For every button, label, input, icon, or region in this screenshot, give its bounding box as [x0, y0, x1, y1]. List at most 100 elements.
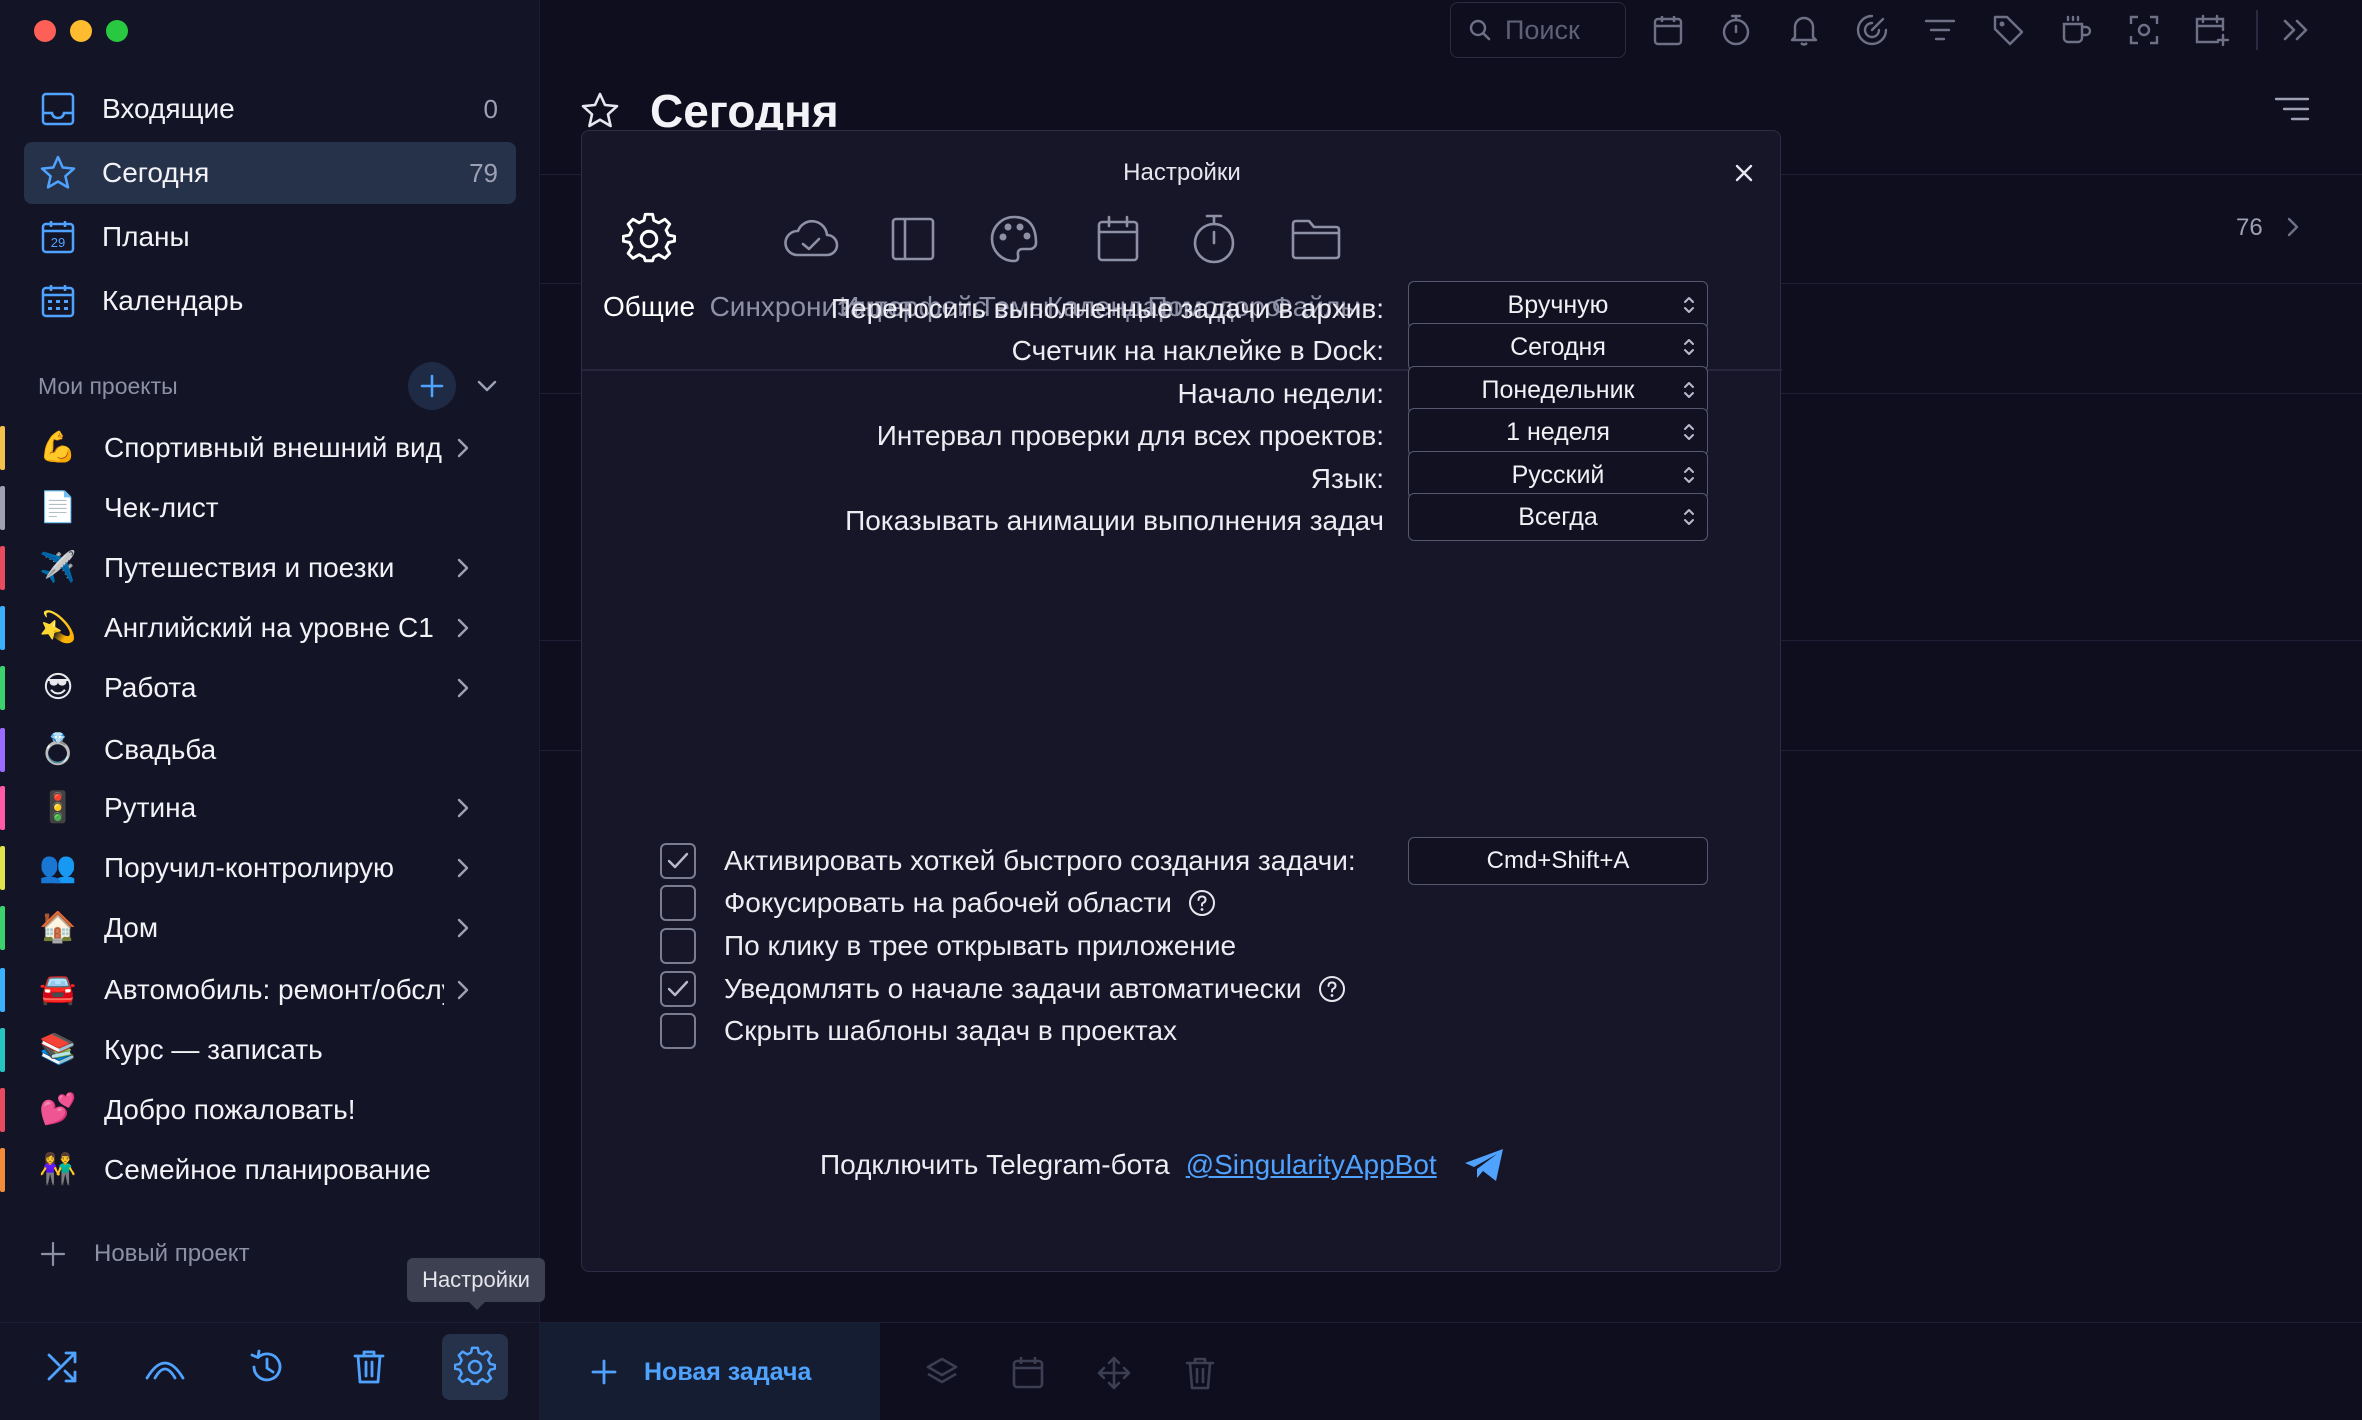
- schedule-button[interactable]: [1010, 1355, 1046, 1391]
- nav-calendar[interactable]: Календарь: [24, 270, 516, 332]
- calendar-toolbar-button[interactable]: [1650, 12, 1686, 48]
- telegram-icon[interactable]: [1463, 1147, 1505, 1183]
- setting-select[interactable]: Сегодня: [1408, 323, 1708, 371]
- telegram-label: Подключить Telegram-бота: [820, 1149, 1170, 1180]
- project-label: Путешествия и поезки: [104, 552, 395, 583]
- layers-button[interactable]: [924, 1355, 960, 1391]
- checkbox[interactable]: [660, 843, 696, 879]
- project-item[interactable]: 📚 Курс — записать: [0, 1022, 500, 1078]
- add-calendar-button[interactable]: [2194, 12, 2230, 48]
- filter-icon: [1924, 19, 1956, 41]
- help-icon[interactable]: [1188, 889, 1216, 917]
- break-button[interactable]: [2058, 12, 2094, 48]
- chevron-right-icon[interactable]: [456, 557, 476, 579]
- close-settings-button[interactable]: [1730, 159, 1758, 187]
- new-project-button[interactable]: Новый проект: [40, 1240, 250, 1268]
- gear-icon: [454, 1346, 496, 1386]
- setting-label: Язык:: [1310, 463, 1384, 494]
- close-window-button[interactable]: [34, 20, 56, 42]
- settings-button[interactable]: [442, 1334, 508, 1400]
- hotkey-field[interactable]: Cmd+Shift+A: [1408, 837, 1708, 885]
- chevron-right-icon[interactable]: [456, 857, 476, 879]
- expand-panel-button[interactable]: [2278, 12, 2314, 48]
- history-button[interactable]: [234, 1334, 300, 1400]
- habits-button[interactable]: [132, 1334, 198, 1400]
- filter-button[interactable]: [1922, 12, 1958, 48]
- trash-icon: [1185, 1357, 1215, 1390]
- tab-general[interactable]: Общие: [603, 209, 695, 323]
- double-chevron-right-icon: [2283, 19, 2308, 41]
- setting-select[interactable]: Понедельник: [1408, 366, 1708, 414]
- setting-select-value: Русский: [1511, 460, 1605, 489]
- nav-inbox[interactable]: Входящие 0: [24, 78, 516, 140]
- project-emoji-icon: 🚘: [39, 973, 77, 1006]
- project-item[interactable]: 🚘 Автомобиль: ремонт/обслуживание: [0, 962, 500, 1018]
- chevron-right-icon[interactable]: [456, 979, 476, 1001]
- focus-button[interactable]: [1854, 12, 1890, 48]
- favorite-star-icon[interactable]: [580, 91, 620, 131]
- project-item[interactable]: 💫 Английский на уровне C1: [0, 600, 500, 656]
- setting-label: Счетчик на наклейке в Dock:: [1011, 335, 1384, 366]
- checkbox-label: Фокусировать на рабочей области: [724, 887, 1172, 918]
- delete-task-button[interactable]: [1182, 1355, 1218, 1391]
- calendar-day-icon: 29: [38, 217, 78, 257]
- notifications-button[interactable]: [1786, 12, 1822, 48]
- checkbox-row: Уведомлять о начале задачи автоматически: [660, 971, 1346, 1007]
- project-item[interactable]: 💍 Свадьба: [0, 722, 500, 778]
- project-item[interactable]: 💪 Спортивный внешний вид: [0, 420, 500, 476]
- project-item[interactable]: 👫 Семейное планирование: [0, 1142, 500, 1198]
- move-button[interactable]: [1096, 1355, 1132, 1391]
- search-input[interactable]: Поиск: [1450, 2, 1626, 58]
- checkbox[interactable]: [660, 885, 696, 921]
- setting-select[interactable]: Русский: [1408, 451, 1708, 499]
- project-item[interactable]: 🏠 Дом: [0, 900, 500, 956]
- project-label: Поручил-контролирую: [104, 852, 395, 883]
- nav-plans-label: Планы: [102, 221, 190, 252]
- minimize-window-button[interactable]: [70, 20, 92, 42]
- nav-inbox-count: 0: [483, 93, 498, 124]
- project-emoji-icon: 👥: [39, 851, 77, 884]
- checkbox[interactable]: [660, 971, 696, 1007]
- project-color-bar: [0, 666, 5, 710]
- project-item[interactable]: 📄 Чек-лист: [0, 480, 500, 536]
- chevron-right-icon[interactable]: [456, 677, 476, 699]
- tags-button[interactable]: [1990, 12, 2026, 48]
- setting-select-value: 1 неделя: [1506, 417, 1610, 446]
- checkbox[interactable]: [660, 928, 696, 964]
- chevron-right-icon[interactable]: [456, 917, 476, 939]
- setting-select[interactable]: 1 неделя: [1408, 408, 1708, 456]
- chevron-right-icon[interactable]: [456, 617, 476, 639]
- project-color-bar: [0, 846, 5, 890]
- project-item[interactable]: 💕 Добро пожаловать!: [0, 1082, 500, 1138]
- chevron-right-icon[interactable]: [2286, 216, 2300, 238]
- sort-menu-button[interactable]: [2274, 96, 2310, 122]
- chevron-right-icon[interactable]: [456, 797, 476, 819]
- chevron-right-icon[interactable]: [456, 437, 476, 459]
- project-item[interactable]: ✈️ Путешествия и поезки: [0, 540, 500, 596]
- setting-select[interactable]: Всегда: [1408, 493, 1708, 541]
- project-item[interactable]: 🚦 Рутина: [0, 780, 500, 836]
- project-emoji-icon: ✈️: [39, 551, 77, 584]
- trash-button[interactable]: [336, 1334, 402, 1400]
- project-item[interactable]: 👥 Поручил-контролирую: [0, 840, 500, 896]
- screenshot-button[interactable]: [2126, 12, 2162, 48]
- project-color-bar: [0, 606, 5, 650]
- help-icon[interactable]: [1318, 975, 1346, 1003]
- telegram-bot-link[interactable]: @SingularityAppBot: [1186, 1149, 1437, 1181]
- add-project-button[interactable]: [408, 362, 456, 410]
- new-task-button[interactable]: Новая задача: [540, 1323, 880, 1420]
- collapse-projects-button[interactable]: [476, 379, 498, 393]
- nav-plans[interactable]: 29 Планы: [24, 206, 516, 268]
- project-color-bar: [0, 968, 5, 1012]
- setting-select[interactable]: Вручную: [1408, 281, 1708, 329]
- checkbox[interactable]: [660, 1013, 696, 1049]
- project-item[interactable]: 😎 Работа: [0, 660, 500, 716]
- projects-header-label: Мои проекты: [38, 372, 178, 399]
- shuffle-button[interactable]: [30, 1334, 96, 1400]
- nav-today[interactable]: Сегодня 79: [24, 142, 516, 204]
- settings-title: Настройки: [1123, 159, 1241, 186]
- project-label: Свадьба: [104, 734, 217, 765]
- timer-toolbar-button[interactable]: [1718, 12, 1754, 48]
- zoom-window-button[interactable]: [106, 20, 128, 42]
- project-color-bar: [0, 1148, 5, 1192]
